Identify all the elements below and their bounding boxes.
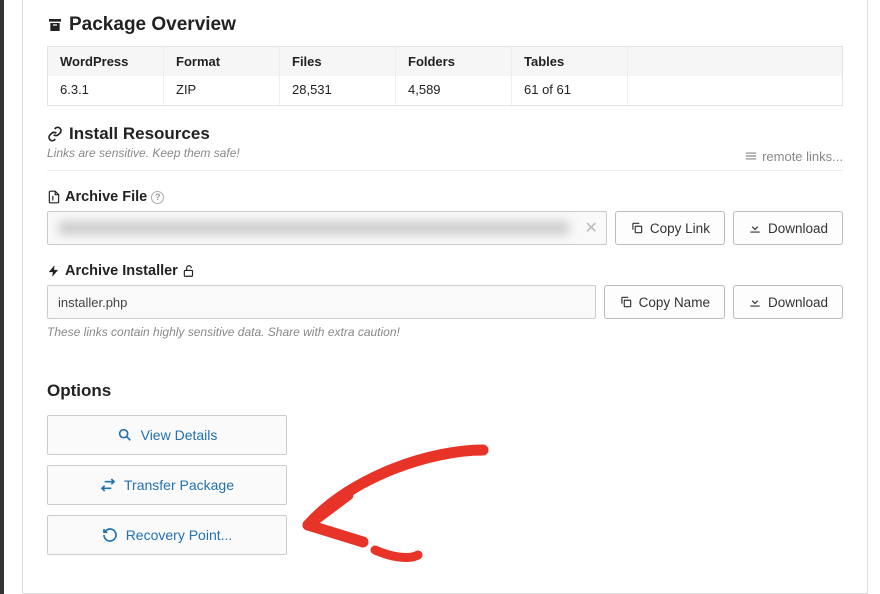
options-title: Options	[47, 381, 843, 401]
link-icon	[47, 126, 63, 142]
package-overview-title: Package Overview	[69, 14, 236, 36]
copy-link-label: Copy Link	[650, 221, 710, 236]
remote-links-toggle[interactable]: remote links...	[744, 149, 843, 164]
overview-col-label: Files	[280, 47, 395, 76]
archive-file-input[interactable]: ✕	[47, 211, 607, 245]
search-icon	[117, 427, 133, 443]
archive-icon	[47, 17, 63, 33]
bars-icon	[744, 149, 758, 163]
download-installer-label: Download	[768, 295, 828, 310]
recovery-point-label: Recovery Point...	[126, 527, 233, 543]
archive-installer-label-text: Archive Installer	[65, 263, 178, 279]
caution-text: These links contain highly sensitive dat…	[47, 325, 843, 339]
remote-links-label: remote links...	[762, 149, 843, 164]
overview-col-label: Folders	[396, 47, 511, 76]
archive-file-label-text: Archive File	[65, 189, 147, 205]
bolt-icon	[47, 264, 61, 278]
copy-icon	[619, 295, 633, 309]
annotation-arrow	[283, 430, 513, 580]
help-icon[interactable]: ?	[151, 191, 164, 204]
overview-col-value	[628, 76, 842, 105]
clear-icon[interactable]: ✕	[585, 218, 598, 238]
file-archive-icon	[47, 190, 61, 204]
download-archive-label: Download	[768, 221, 828, 236]
archive-installer-value: installer.php	[58, 295, 127, 310]
overview-col-label	[628, 47, 842, 76]
copy-name-label: Copy Name	[639, 295, 710, 310]
package-overview-header: Package Overview	[47, 0, 843, 46]
overview-col-value: 6.3.1	[48, 76, 163, 105]
overview-col-label: Format	[164, 47, 279, 76]
install-resources-subtext: Links are sensitive. Keep them safe!	[47, 146, 240, 166]
exchange-icon	[100, 477, 116, 493]
archive-installer-input[interactable]: installer.php	[47, 285, 596, 319]
download-icon	[748, 221, 762, 235]
download-installer-button[interactable]: Download	[733, 285, 843, 319]
install-resources-title: Install Resources	[69, 124, 210, 144]
download-icon	[748, 295, 762, 309]
transfer-package-button[interactable]: Transfer Package	[47, 465, 287, 505]
overview-col-value: 61 of 61	[512, 76, 627, 105]
undo-icon	[102, 527, 118, 543]
archive-file-label: Archive File ?	[47, 189, 843, 205]
overview-col-value: 4,589	[396, 76, 511, 105]
overview-col-label: WordPress	[48, 47, 163, 76]
overview-table: WordPress 6.3.1 Format ZIP Files 28,531 …	[47, 46, 843, 106]
view-details-label: View Details	[141, 427, 218, 443]
copy-name-button[interactable]: Copy Name	[604, 285, 725, 319]
overview-col-value: ZIP	[164, 76, 279, 105]
recovery-point-button[interactable]: Recovery Point...	[47, 515, 287, 555]
install-resources-header: Install Resources	[47, 106, 843, 146]
copy-link-button[interactable]: Copy Link	[615, 211, 725, 245]
download-archive-button[interactable]: Download	[733, 211, 843, 245]
transfer-package-label: Transfer Package	[124, 477, 234, 493]
copy-icon	[630, 221, 644, 235]
archive-installer-label: Archive Installer	[47, 263, 843, 279]
overview-col-value: 28,531	[280, 76, 395, 105]
overview-col-label: Tables	[512, 47, 627, 76]
view-details-button[interactable]: View Details	[47, 415, 287, 455]
lock-open-icon	[182, 264, 196, 278]
